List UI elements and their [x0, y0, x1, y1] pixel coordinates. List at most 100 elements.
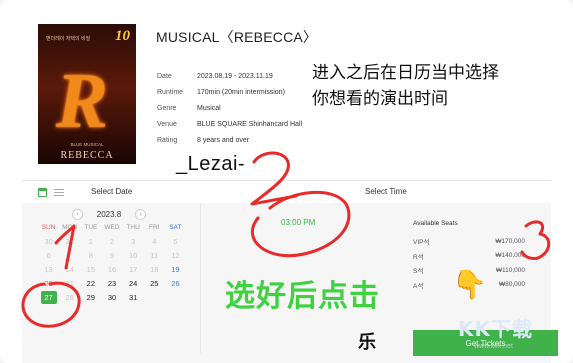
calendar-day[interactable]: 30 [101, 293, 122, 302]
calendar-day-number: 29 [86, 292, 96, 302]
detail-value: 170min (20min intermission) [197, 88, 285, 96]
instruction-text: 进入之后在日历当中选择 你想看的演出时间 [312, 60, 499, 112]
calendar-day: 2 [101, 237, 122, 246]
seat-price: ₩170,000 [495, 237, 525, 245]
seat-row: VIP석 ₩170,000 [413, 234, 525, 249]
detail-row-venue: Venue BLUE SQUARE Shinhancard Hall [157, 116, 302, 132]
calendar-day-number: 6 [46, 250, 51, 260]
detail-row-date: Date 2023.08.19 - 2023.11.19 [157, 68, 302, 84]
calendar-day-number: 3 [131, 236, 136, 246]
detail-row-rating: Rating 8 years and over [157, 132, 302, 148]
seat-grade: A석 [413, 282, 424, 290]
panel-divider [200, 203, 201, 353]
calendar-day[interactable]: 24 [123, 279, 144, 288]
watermark: KK下载 www.kkx.net [458, 313, 566, 359]
calendar-day-number: 7 [67, 250, 72, 260]
calendar-day-number: 12 [171, 250, 180, 260]
calendar-day-number: 22 [86, 278, 96, 288]
calendar-day-number: 27 [40, 290, 57, 304]
seat-grade: VIP석 [413, 239, 430, 247]
calendar-view-icon[interactable] [38, 188, 47, 197]
poster-letter: R [56, 57, 109, 144]
author-tag: _Lezai- [176, 153, 246, 175]
weekday-header: SUN MON TUE WED THU FRI SAT [38, 224, 186, 234]
weekday-label: THU [126, 224, 140, 231]
showtime-option[interactable]: 03:00 PM [281, 218, 315, 227]
calendar-day-number: 23 [107, 278, 117, 288]
calendar-day: 17 [123, 265, 144, 274]
calendar-day-number: 15 [86, 264, 96, 274]
calendar-day: 6 [38, 251, 59, 260]
calendar-day: 12 [165, 251, 186, 260]
select-time-header: Select Time [365, 187, 407, 196]
calendar-day-number: 25 [150, 278, 159, 288]
select-then-click-text: 选好后点击 [225, 279, 380, 314]
annotation-number-2 [250, 151, 298, 206]
poster-image: 맨더레이 저택의 비밀 10 R BLUE MUSICAL REBECCA [38, 24, 136, 164]
calendar-day: 15 [80, 265, 101, 274]
calendar-day-number: 1 [88, 236, 93, 246]
prev-month-button[interactable]: ‹ [72, 208, 83, 220]
weekday-label: WED [104, 224, 120, 231]
calendar-day-number: 4 [152, 236, 157, 246]
calendar-grid: SUN MON TUE WED THU FRI SAT 30 31 1 2 3 4 5 6 7 8… [38, 224, 186, 304]
calendar-day-number: 28 [65, 292, 74, 302]
calendar-day[interactable]: 26 [165, 279, 186, 288]
next-month-button[interactable]: › [135, 208, 146, 220]
seat-price: ₩110,000 [495, 266, 525, 274]
calendar-day-number: 18 [150, 264, 159, 274]
calendar-day-number: 16 [107, 264, 117, 274]
extra-character: 乐 [358, 332, 376, 353]
calendar-day-number: 8 [88, 250, 93, 260]
calendar-day: 13 [38, 265, 59, 274]
calendar-day[interactable]: 19 [165, 265, 186, 274]
calendar-day: 16 [101, 265, 122, 274]
calendar-day: 31 [59, 237, 80, 246]
list-view-icon[interactable] [54, 189, 64, 196]
show-details: Date 2023.08.19 - 2023.11.19 Runtime 170… [157, 68, 302, 148]
detail-value: 2023.08.19 - 2023.11.19 [197, 72, 273, 80]
detail-key: Runtime [157, 88, 184, 96]
calendar-day-number: 5 [173, 236, 178, 246]
available-seats-header: Available Seats [413, 220, 458, 227]
pointing-hand-icon: 👇 [452, 269, 487, 300]
detail-key: Venue [157, 120, 177, 128]
calendar-day-number: 11 [150, 250, 159, 260]
weekday-label: FRI [149, 224, 160, 231]
watermark-logo: KK下载 [458, 317, 533, 341]
calendar-day: 3 [123, 237, 144, 246]
calendar-day[interactable]: 20 [38, 279, 59, 288]
poster-anniversary-badge: 10 [115, 28, 130, 44]
poster-name: REBECCA [60, 150, 114, 161]
calendar-day: 9 [101, 251, 122, 260]
calendar-day: 10 [123, 251, 144, 260]
calendar-day[interactable]: 27 [38, 290, 59, 304]
calendar-day-number: 21 [65, 278, 74, 288]
poster-subtitle: BLUE MUSICAL [70, 142, 104, 147]
calendar-day[interactable]: 29 [80, 293, 101, 302]
calendar-day-number: 10 [128, 250, 138, 260]
calendar-day-number: 30 [44, 236, 53, 246]
calendar-day: 7 [59, 251, 80, 260]
detail-key: Rating [157, 136, 178, 144]
section-divider [22, 180, 551, 181]
calendar-day[interactable]: 23 [101, 279, 122, 288]
calendar-day-number: 14 [65, 264, 74, 274]
calendar-day: 1 [80, 237, 101, 246]
calendar-day[interactable]: 25 [144, 279, 165, 288]
calendar-day-number: 31 [65, 236, 74, 246]
weekday-label: SAT [169, 224, 182, 231]
calendar-day[interactable]: 31 [123, 293, 144, 302]
seat-grade: S석 [413, 268, 424, 276]
calendar-day-number: 26 [171, 278, 180, 288]
calendar-day-number: 24 [128, 278, 138, 288]
calendar-day: 28 [59, 293, 80, 302]
weekday-label: MON [62, 224, 78, 231]
calendar-day-number: 31 [128, 292, 138, 302]
detail-value: BLUE SQUARE Shinhancard Hall [197, 120, 303, 128]
detail-value: 8 years and over [197, 136, 250, 144]
seat-row: R석 ₩140,000 [413, 249, 525, 264]
calendar-day[interactable]: 22 [80, 279, 101, 288]
calendar-day-number: 9 [109, 250, 115, 260]
calendar-day: 4 [144, 237, 165, 246]
